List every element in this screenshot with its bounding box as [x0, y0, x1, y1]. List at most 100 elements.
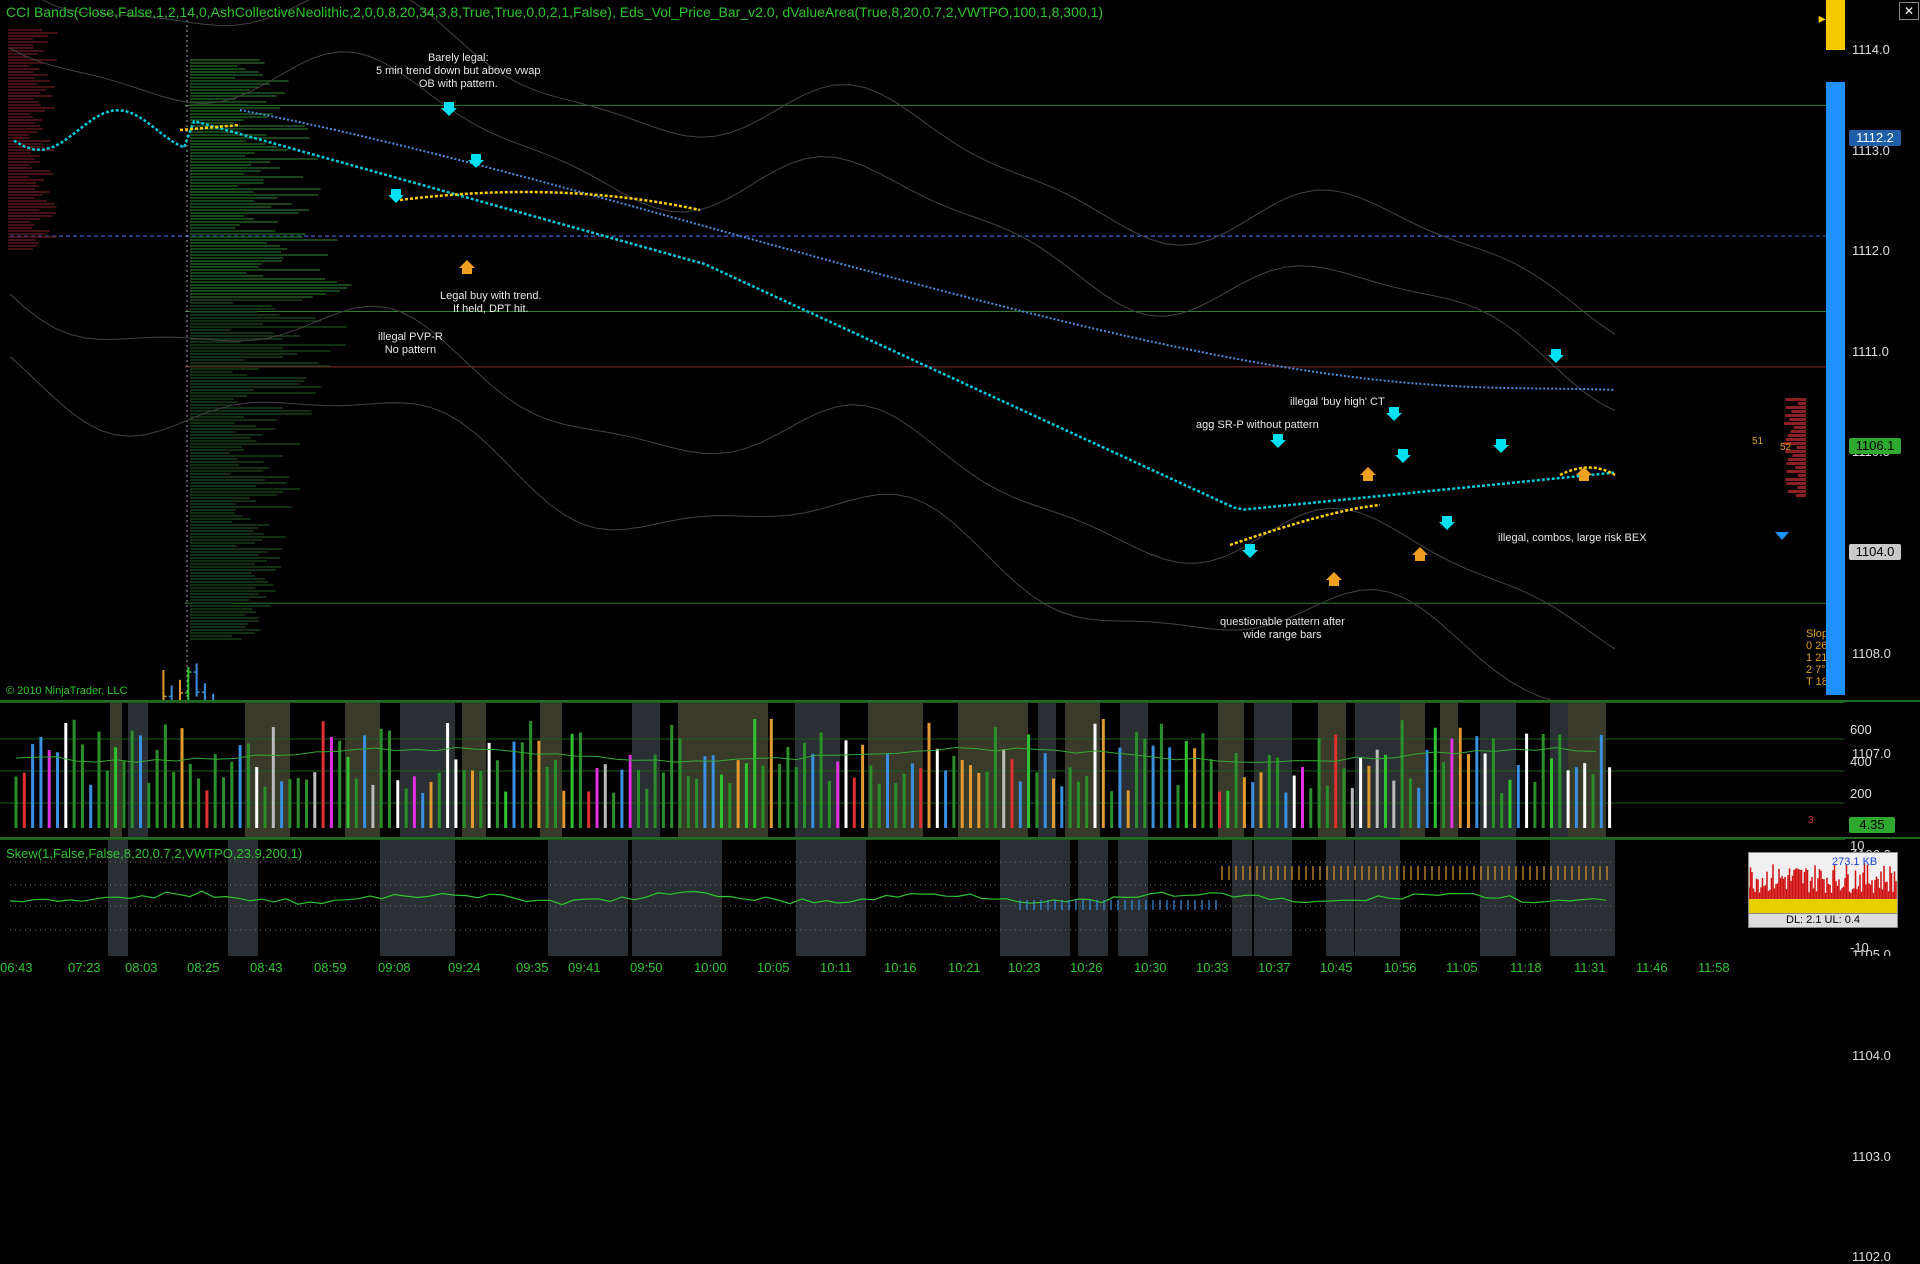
side-profile-bar	[1786, 470, 1806, 473]
time-axis-label: 10:30	[1134, 960, 1167, 975]
side-profile-bar	[1785, 438, 1806, 441]
skew-shade-block	[1254, 840, 1292, 957]
side-profile-bar	[1797, 402, 1806, 405]
indicator-list-label: CCI Bands(Close,False,1,2,14,0,AshCollec…	[6, 4, 1103, 20]
signal-arrow-up-icon	[1360, 467, 1376, 481]
annotation-line: wide range bars	[1243, 629, 1322, 641]
volume-canvas[interactable]	[0, 703, 1845, 838]
time-axis-label: 10:26	[1070, 960, 1103, 975]
annotation-line: OB with pattern.	[418, 78, 498, 90]
skew-shade-block	[632, 840, 722, 957]
side-profile-bar	[1787, 458, 1806, 461]
signal-arrow-up-icon	[1326, 572, 1342, 586]
skew-shade-block	[796, 840, 866, 957]
time-axis-label: 10:33	[1196, 960, 1229, 975]
signal-arrow-down-icon	[1386, 407, 1402, 421]
vwap-line	[13, 108, 1615, 511]
time-axis-label: 10:11	[820, 960, 852, 975]
price-tick-label: 1103.0	[1852, 1148, 1891, 1164]
side-profile-bar	[1785, 406, 1806, 409]
skew-shade-block	[1326, 840, 1354, 957]
skew-shade-block	[1000, 840, 1070, 957]
side-profile-bar	[1795, 466, 1806, 469]
volume-tick-200: 200	[1850, 786, 1872, 801]
side-profile-bar	[1796, 494, 1806, 497]
signal-arrow-down-icon	[1439, 516, 1455, 530]
cci-band-line	[41, 0, 1616, 335]
copyright-label: © 2010 NinjaTrader, LLC	[6, 685, 128, 697]
price-tick-label: 1112.0	[1852, 243, 1890, 259]
skew-shade-block	[1232, 840, 1252, 957]
time-axis-label: 11:58	[1698, 960, 1730, 975]
time-axis-label: 10:21	[948, 960, 981, 975]
time-axis-label: 09:35	[516, 960, 549, 975]
signal-arrow-down-icon	[1548, 349, 1564, 363]
annotation-line: agg SR-P without pattern	[1196, 419, 1319, 431]
side-profile-bar	[1796, 446, 1806, 449]
volume-panel[interactable]: 3	[0, 702, 1845, 838]
time-axis-label: 10:00	[694, 960, 727, 975]
time-axis-label: 09:08	[378, 960, 411, 975]
side-profile-bar	[1785, 398, 1806, 401]
price-tick-label: 1114.0	[1852, 42, 1890, 57]
time-axis-label: 11:05	[1446, 960, 1478, 975]
skew-shade-block	[1550, 840, 1615, 957]
time-axis-label: 10:05	[757, 960, 790, 975]
price-chart-canvas[interactable]	[0, 0, 1845, 700]
time-axis-label: 10:56	[1384, 960, 1417, 975]
scroll-to-end-icon[interactable]: ▸|	[1814, 8, 1834, 28]
side-profile-bar	[1787, 434, 1806, 437]
time-axis-label: 08:03	[125, 960, 158, 975]
time-axis-label: 10:23	[1008, 960, 1041, 975]
price-tick-label: 1111.0	[1852, 343, 1889, 359]
price-chart-panel[interactable]: CCI Bands(Close,False,1,2,14,0,AshCollec…	[0, 0, 1845, 700]
network-upload-band	[1749, 899, 1897, 913]
annotation-line: Legal buy with trend.	[440, 290, 542, 302]
skew-shade-block	[400, 840, 455, 957]
close-icon[interactable]: ✕	[1899, 2, 1919, 20]
price-tick-label: 1102.0	[1852, 1249, 1891, 1264]
signal-arrow-down-icon	[1270, 434, 1286, 448]
signal-arrow-up-icon	[459, 260, 475, 274]
volume-tag: 4.35	[1849, 817, 1895, 833]
annotation-legal-buy: Legal buy with trend. If held, DPT hit.	[440, 290, 542, 316]
side-profile-bar	[1783, 422, 1806, 425]
annotation-illegal-combos: illegal, combos, large risk BEX	[1498, 532, 1647, 545]
side-profile-bar	[1786, 482, 1806, 485]
annotation-line: questionable pattern after	[1220, 616, 1345, 628]
time-axis-label: 09:24	[448, 960, 481, 975]
price-axis-scrollbar[interactable]	[1826, 82, 1845, 695]
volume-red-label: 3	[1808, 815, 1814, 826]
signal-arrow-down-icon	[1395, 449, 1411, 463]
skew-tick-10: 10	[1850, 838, 1865, 853]
network-kb-label: 273.1 KB	[1832, 856, 1878, 868]
side-profile-bar	[1797, 474, 1806, 477]
time-axis-label: 10:45	[1320, 960, 1353, 975]
value-area-label-left: 51	[1752, 436, 1764, 447]
skew-panel[interactable]: Skew(1,False,False,8,20,0.7,2,VWTPO,23.9…	[0, 839, 1845, 957]
annotation-line: Barely legal:	[427, 52, 489, 64]
skew-tick-minus10: -10	[1850, 940, 1869, 955]
time-axis-label: 10:37	[1258, 960, 1291, 975]
time-axis-label: 08:59	[314, 960, 347, 975]
side-profile-bar	[1785, 414, 1806, 417]
ninjatrader-chart-window: CCI Bands(Close,False,1,2,14,0,AshCollec…	[0, 0, 1920, 1264]
price-tick-label: 1104.0	[1852, 1048, 1891, 1063]
price-tick-label: 1108.0	[1852, 645, 1891, 661]
skew-shade-block	[1078, 840, 1108, 957]
time-axis-label: 08:43	[250, 960, 283, 975]
annotation-barely-legal: Barely legal: 5 min trend down but above…	[376, 52, 541, 91]
signal-arrow-up-icon	[1412, 547, 1428, 561]
side-profile-bar	[1786, 462, 1806, 465]
annotation-illegal-buy-high: illegal 'buy high' CT	[1290, 396, 1385, 409]
annotation-line: illegal PVP-R	[378, 331, 443, 343]
time-axis-label: 11:46	[1636, 960, 1668, 975]
volume-tick-400: 400	[1850, 754, 1872, 769]
annotation-line: If held, DPT hit.	[452, 303, 529, 315]
signal-arrow-up-icon	[1576, 467, 1592, 481]
side-profile-bar	[1791, 410, 1806, 413]
annotation-line: No pattern	[384, 344, 437, 356]
time-axis-label: 07:23	[68, 960, 101, 975]
price-tag-1106: 1106.1	[1849, 438, 1901, 454]
time-axis-label: 11:18	[1510, 960, 1542, 975]
